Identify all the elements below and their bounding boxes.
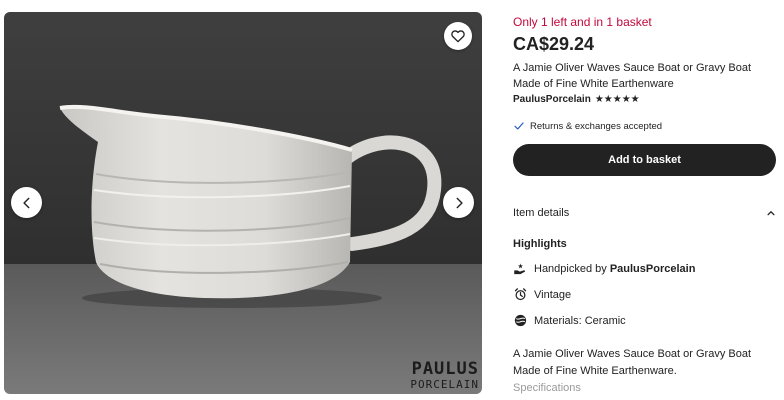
favorite-button[interactable] [444,22,472,50]
watermark-line-1: PAULUS [411,359,479,379]
highlight-materials: Materials: Ceramic [513,313,626,328]
vintage-clock-icon [514,288,527,301]
specifications-link[interactable]: Specifications [513,382,581,394]
highlights-heading: Highlights [513,238,567,250]
handpicked-shop-link[interactable]: PaulusPorcelain [610,263,696,275]
item-details-toggle[interactable]: Item details [513,207,776,219]
add-to-basket-button[interactable]: Add to basket [513,144,776,176]
price: CA$29.24 [513,34,595,54]
vintage-text: Vintage [534,288,572,301]
shop-row: PaulusPorcelain ★★★★★ [513,94,640,105]
returns-policy: Returns & exchanges accepted [513,120,662,132]
item-details-label: Item details [513,207,570,219]
next-image-button[interactable] [443,187,474,218]
returns-text: Returns & exchanges accepted [530,120,663,132]
product-image-gallery: PAULUS PORCELAIN [4,12,482,394]
chevron-up-icon [767,211,775,216]
materials-icon [514,314,527,327]
sauce-boat-photo [4,12,482,394]
listing-title: A Jamie Oliver Waves Sauce Boat or Gravy… [513,62,752,90]
materials-text: Materials: Ceramic [534,314,626,327]
handpicked-prefix: Handpicked by [534,262,610,275]
shop-name-link[interactable]: PaulusPorcelain [513,94,591,105]
handpicked-hand-icon [514,263,526,275]
heart-outline-icon [451,30,465,43]
product-photo [4,12,482,394]
checkmark-icon [514,122,524,130]
item-description: A Jamie Oliver Waves Sauce Boat or Gravy… [513,348,752,377]
star-rating: ★★★★★ [594,94,640,105]
chevron-right-icon [456,197,463,208]
highlight-handpicked: Handpicked by PaulusPorcelain [513,261,695,276]
shop-watermark: PAULUS PORCELAIN [410,359,479,391]
watermark-line-2: PORCELAIN [410,378,479,391]
previous-image-button[interactable] [11,187,42,218]
handpicked-text: Handpicked by PaulusPorcelain [534,263,695,275]
highlight-vintage: Vintage [513,287,571,302]
stock-notice: Only 1 left and in 1 basket [513,15,652,29]
chevron-left-icon [22,197,29,208]
